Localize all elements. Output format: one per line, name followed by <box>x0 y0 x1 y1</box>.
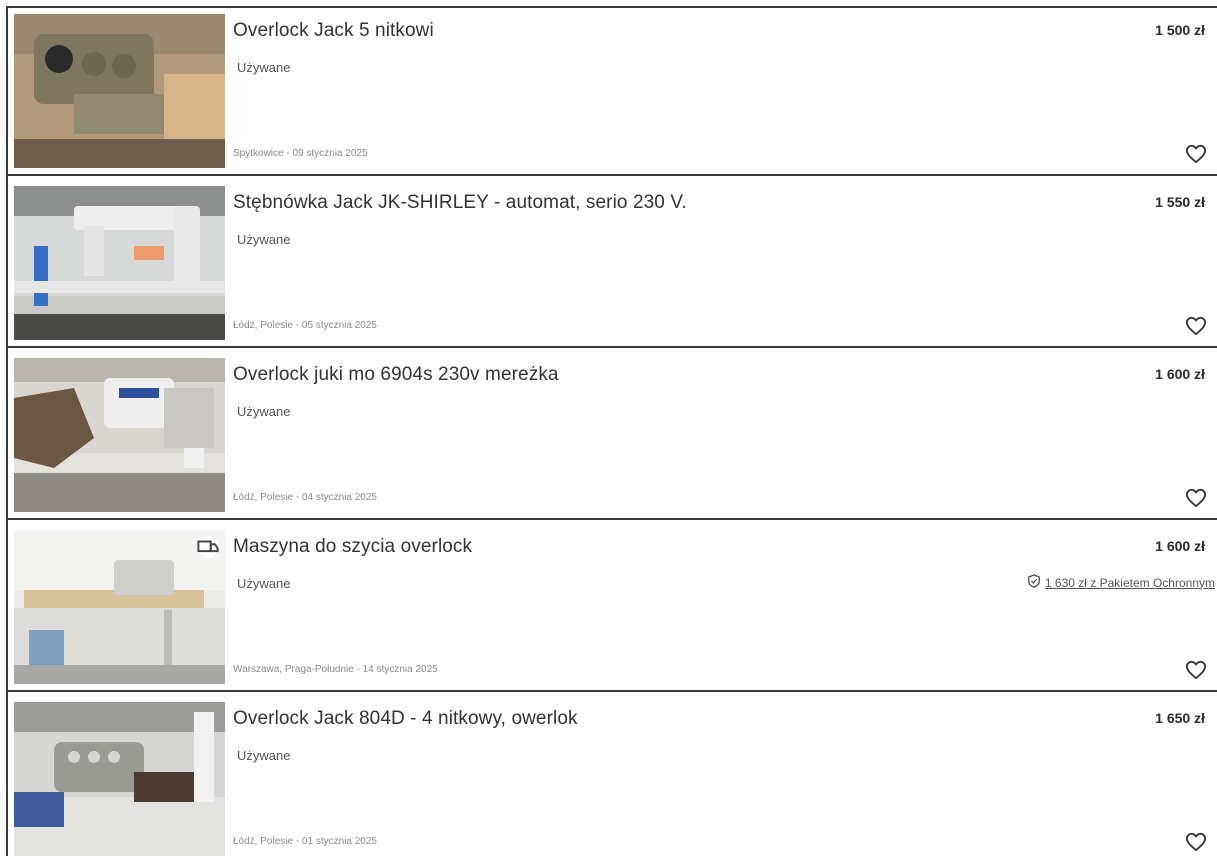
heart-icon[interactable] <box>1185 488 1207 508</box>
condition-label: Używane <box>237 60 291 75</box>
location-date: Warszawa, Praga-Południe - 14 stycznia 2… <box>233 664 438 675</box>
listing-photo[interactable] <box>14 530 225 684</box>
listing-title[interactable]: Maszyna do szycia overlock <box>233 536 472 558</box>
listing-card[interactable]: Overlock Jack 804D - 4 nitkowy, owerlok … <box>8 696 1217 864</box>
listing-title[interactable]: Stębnówka Jack JK-SHIRLEY - automat, ser… <box>233 192 687 214</box>
price: 1 600 zł <box>1155 538 1205 554</box>
listing-card[interactable]: Overlock juki mo 6904s 230v mereżka Używ… <box>8 352 1217 520</box>
heart-icon[interactable] <box>1185 660 1207 680</box>
price: 1 600 zł <box>1155 366 1205 382</box>
location-date: Łódź, Polesie - 01 stycznia 2025 <box>233 836 377 847</box>
condition-label: Używane <box>237 576 291 591</box>
heart-icon[interactable] <box>1185 144 1207 164</box>
delivery-icon <box>197 536 219 558</box>
listing-results: Overlock Jack 5 nitkowi Używane Spytkowi… <box>6 6 1217 856</box>
listing-title[interactable]: Overlock Jack 5 nitkowi <box>233 20 434 42</box>
listing-photo[interactable] <box>14 14 225 168</box>
heart-icon[interactable] <box>1185 316 1207 336</box>
listing-photo[interactable] <box>14 358 225 512</box>
listing-card[interactable]: Maszyna do szycia overlock Używane Warsz… <box>8 524 1217 692</box>
price: 1 550 zł <box>1155 194 1205 210</box>
protection-price-link[interactable]: 1 630 zł z Pakietem Ochronnym <box>1045 576 1215 590</box>
price: 1 650 zł <box>1155 710 1205 726</box>
listing-photo[interactable] <box>14 702 225 856</box>
condition-label: Używane <box>237 748 291 763</box>
shield-check-icon <box>1027 574 1041 591</box>
listing-photo[interactable] <box>14 186 225 340</box>
listing-card[interactable]: Overlock Jack 5 nitkowi Używane Spytkowi… <box>8 8 1217 176</box>
location-date: Spytkowice - 09 stycznia 2025 <box>233 148 368 159</box>
condition-label: Używane <box>237 232 291 247</box>
location-date: Łódź, Polesie - 04 stycznia 2025 <box>233 492 377 503</box>
condition-label: Używane <box>237 404 291 419</box>
heart-icon[interactable] <box>1185 832 1207 852</box>
listing-title[interactable]: Overlock juki mo 6904s 230v mereżka <box>233 364 559 386</box>
price: 1 500 zł <box>1155 22 1205 38</box>
listing-card[interactable]: Stębnówka Jack JK-SHIRLEY - automat, ser… <box>8 180 1217 348</box>
protection-price[interactable]: 1 630 zł z Pakietem Ochronnym <box>1027 574 1215 591</box>
location-date: Łódź, Polesie - 05 stycznia 2025 <box>233 320 377 331</box>
listing-title[interactable]: Overlock Jack 804D - 4 nitkowy, owerlok <box>233 708 578 730</box>
